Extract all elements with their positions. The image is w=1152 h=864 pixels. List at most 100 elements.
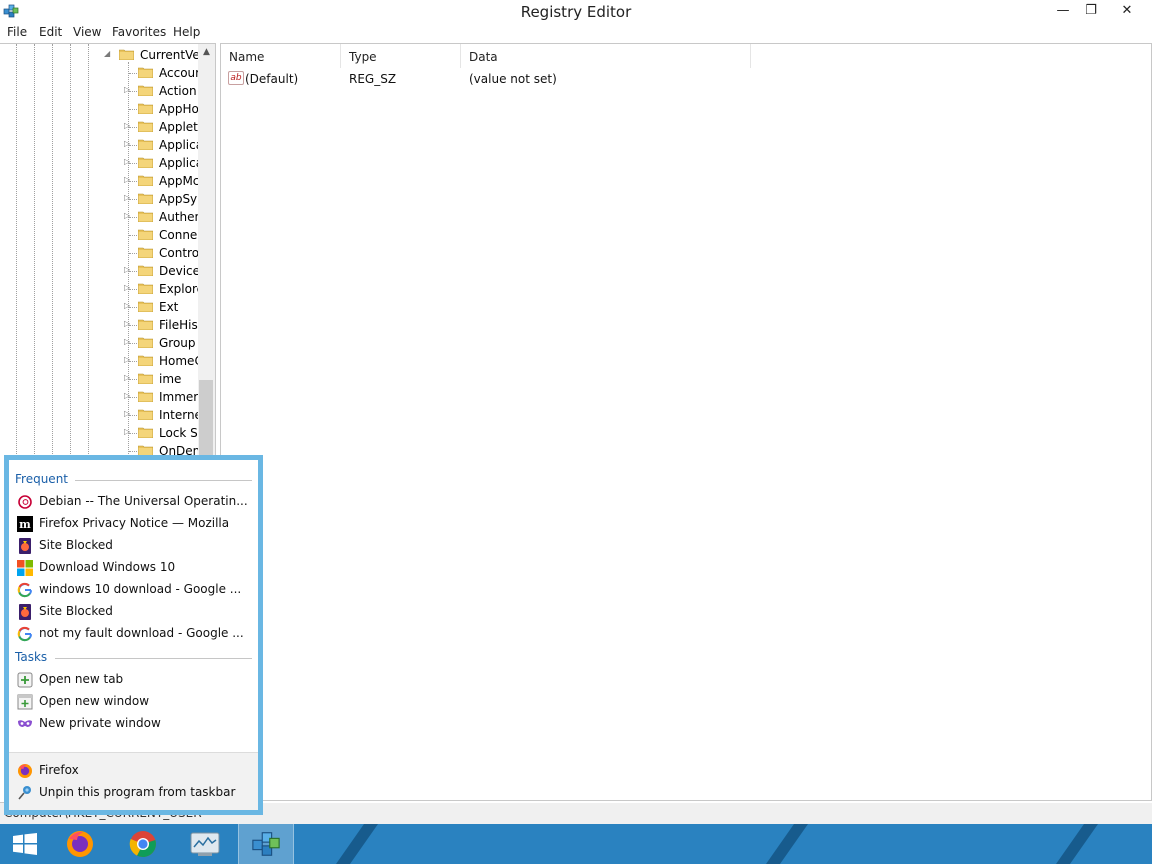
- expand-arrow-icon[interactable]: ▷: [124, 138, 134, 150]
- tree-node[interactable]: Contro: [0, 244, 200, 262]
- frequent-item[interactable]: not my fault download - Google ...: [15, 624, 253, 644]
- pinned-item[interactable]: Firefox: [15, 761, 253, 781]
- expand-arrow-icon[interactable]: ▷: [124, 84, 134, 96]
- taskbar-firefox[interactable]: [53, 824, 109, 864]
- expand-arrow-icon[interactable]: ▷: [124, 174, 134, 186]
- expand-arrow-icon[interactable]: ▷: [124, 210, 134, 222]
- expand-arrow-icon[interactable]: ▷: [124, 336, 134, 348]
- folder-icon: [138, 283, 153, 294]
- tree-node[interactable]: ▷ Lock Sc: [0, 424, 200, 442]
- expand-arrow-icon[interactable]: ▷: [124, 282, 134, 294]
- restore-button[interactable]: ❐: [1076, 0, 1106, 22]
- frequent-label: Firefox Privacy Notice — Mozilla: [39, 516, 230, 530]
- tree-node[interactable]: Accour: [0, 64, 200, 82]
- value-data: (value not set): [469, 72, 557, 86]
- tree-node[interactable]: ▷ Ext: [0, 298, 200, 316]
- tree-node-label: AppHo: [159, 102, 198, 116]
- tree-node[interactable]: ▷ AppMc: [0, 172, 200, 190]
- menu-file[interactable]: File: [7, 25, 27, 39]
- tree-node-label: Connec: [159, 228, 198, 242]
- expand-arrow-icon[interactable]: ▷: [124, 390, 134, 402]
- tree-node[interactable]: ▷ Interne: [0, 406, 200, 424]
- tree-node[interactable]: ▷ Device/: [0, 262, 200, 280]
- folder-icon: [138, 121, 153, 132]
- close-button[interactable]: ✕: [1112, 0, 1142, 22]
- tree-node[interactable]: ▷ FileHist: [0, 316, 200, 334]
- menu-favorites[interactable]: Favorites: [112, 25, 166, 39]
- tree-node[interactable]: ▷ Action: [0, 82, 200, 100]
- expand-arrow-icon[interactable]: ▷: [124, 372, 134, 384]
- resource-monitor-icon: [190, 832, 220, 856]
- menu-view[interactable]: View: [73, 25, 101, 39]
- frequent-label: Site Blocked: [39, 604, 113, 618]
- menu-help[interactable]: Help: [173, 25, 200, 39]
- frequent-item[interactable]: windows 10 download - Google ...: [15, 580, 253, 600]
- taskbar-resource-monitor[interactable]: [177, 824, 233, 864]
- expand-arrow-icon[interactable]: ▷: [124, 354, 134, 366]
- scroll-up-arrow-icon[interactable]: ▲: [198, 44, 215, 61]
- folder-icon: [138, 427, 153, 438]
- folder-icon: [138, 301, 153, 312]
- taskbar: [0, 824, 1152, 864]
- taskbar-decoration: [328, 824, 386, 864]
- expand-arrow-icon[interactable]: ▷: [124, 318, 134, 330]
- frequent-item[interactable]: m Firefox Privacy Notice — Mozilla: [15, 514, 253, 534]
- taskbar-registry-editor[interactable]: [238, 824, 294, 864]
- tree-node[interactable]: ▷ HomeC: [0, 352, 200, 370]
- tree-node[interactable]: ▷ Immers: [0, 388, 200, 406]
- pinned-section: Firefox Unpin this program from taskbar: [9, 752, 258, 810]
- task-item[interactable]: Open new window: [15, 692, 253, 712]
- expand-arrow-icon[interactable]: ▷: [124, 192, 134, 204]
- frequent-item[interactable]: Debian -- The Universal Operatin...: [15, 492, 253, 512]
- expand-arrow-icon[interactable]: ▷: [124, 426, 134, 438]
- expand-arrow-icon[interactable]: ◢: [104, 48, 114, 60]
- tree-node[interactable]: Connec: [0, 226, 200, 244]
- folder-icon: [138, 373, 153, 384]
- jump-list-panel: Frequent Debian -- The Universal Operati…: [9, 460, 258, 810]
- pinned-item[interactable]: Unpin this program from taskbar: [15, 783, 253, 803]
- tree-node-label: ime: [159, 372, 182, 386]
- tree-node[interactable]: ▷ Authen: [0, 208, 200, 226]
- values-list[interactable]: Name Type Data ab (Default) REG_SZ (valu…: [220, 43, 1152, 801]
- expand-arrow-icon[interactable]: ▷: [124, 264, 134, 276]
- tree-node[interactable]: ▷ Applica: [0, 154, 200, 172]
- column-header-name[interactable]: Name: [221, 44, 341, 68]
- expand-arrow-icon[interactable]: ▷: [124, 300, 134, 312]
- expand-arrow-icon[interactable]: ▷: [124, 120, 134, 132]
- tree-node-label: AppMc: [159, 174, 198, 188]
- frequent-label: Site Blocked: [39, 538, 113, 552]
- task-item[interactable]: New private window: [15, 714, 253, 734]
- tree-node-label: Explore: [159, 282, 198, 296]
- new-tab-icon: [17, 672, 33, 688]
- folder-icon: [138, 247, 153, 258]
- frequent-item[interactable]: Download Windows 10: [15, 558, 253, 578]
- tree-node[interactable]: ▷ Applica: [0, 136, 200, 154]
- tree-node-label: Action: [159, 84, 197, 98]
- frequent-item[interactable]: Site Blocked: [15, 602, 253, 622]
- start-icon: [13, 833, 37, 855]
- tree-node[interactable]: ▷ ime: [0, 370, 200, 388]
- frequent-item[interactable]: Site Blocked: [15, 536, 253, 556]
- start-button[interactable]: [0, 824, 56, 864]
- tree-node[interactable]: ▷ Applets: [0, 118, 200, 136]
- column-header-data[interactable]: Data: [461, 44, 751, 68]
- divider: [75, 480, 252, 481]
- expand-arrow-icon[interactable]: ▷: [124, 408, 134, 420]
- task-item[interactable]: Open new tab: [15, 670, 253, 690]
- tree-node[interactable]: ▷ Group I: [0, 334, 200, 352]
- tree-node[interactable]: AppHo: [0, 100, 200, 118]
- expand-arrow-icon[interactable]: ▷: [124, 156, 134, 168]
- tree-node-currentversion[interactable]: ◢ CurrentVer: [0, 46, 200, 64]
- tree-node[interactable]: ▷ AppSyr: [0, 190, 200, 208]
- taskbar-chrome[interactable]: [117, 824, 173, 864]
- folder-icon: [138, 193, 153, 204]
- no-expander: [124, 246, 134, 258]
- menu-edit[interactable]: Edit: [39, 25, 62, 39]
- value-row[interactable]: ab (Default) REG_SZ (value not set): [225, 70, 1145, 88]
- string-value-icon: ab: [228, 71, 244, 85]
- minimize-button[interactable]: —: [1048, 0, 1078, 22]
- column-header-type[interactable]: Type: [341, 44, 461, 68]
- tree-node[interactable]: ▷ Explore: [0, 280, 200, 298]
- folder-icon: [138, 85, 153, 96]
- folder-icon: [138, 67, 153, 78]
